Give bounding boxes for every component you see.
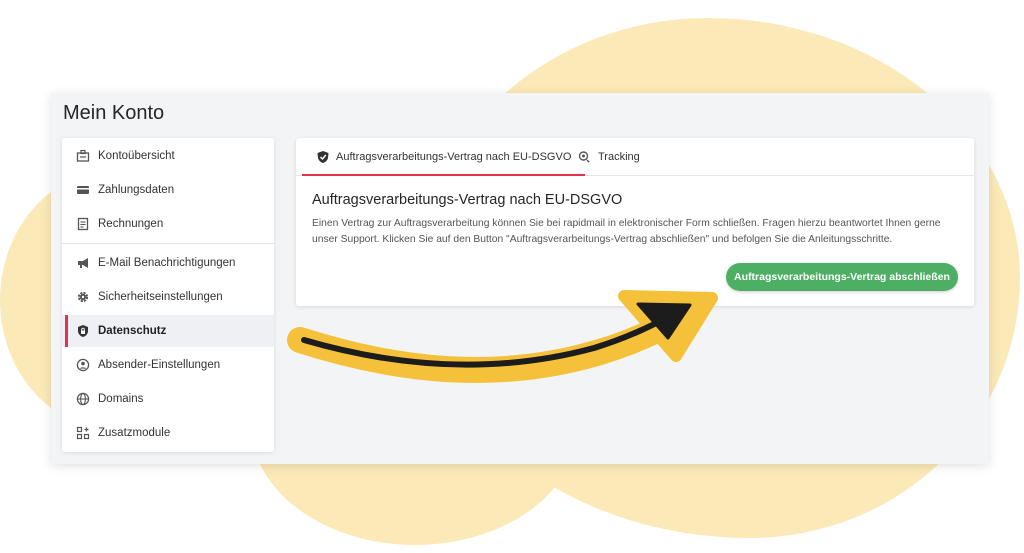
section-description: Einen Vertrag zur Auftragsverarbeitung k… <box>312 218 941 245</box>
section-heading: Auftragsverarbeitungs-Vertrag nach EU-DS… <box>312 192 623 208</box>
sidebar-item-zahlungsdaten[interactable]: Zahlungsdaten <box>62 174 274 206</box>
content-card: Auftragsverarbeitungs-Vertrag nach EU-DS… <box>296 138 974 306</box>
sidebar-item-label: Rechnungen <box>98 218 164 230</box>
shield-lock-icon <box>76 324 90 338</box>
sidebar-item-domains[interactable]: Domains <box>62 383 274 415</box>
account-overview-icon <box>76 149 90 163</box>
sidebar-item-sicherheitseinstellungen[interactable]: Sicherheitseinstellungen <box>62 281 274 313</box>
conclude-contract-button[interactable]: Auftragsverarbeitungs-Vertrag abschließe… <box>726 263 958 291</box>
sidebar-item-absender-einstellungen[interactable]: Absender-Einstellungen <box>62 349 274 381</box>
sidebar-item-label: Kontoübersicht <box>98 150 175 162</box>
tab-label: Tracking <box>598 150 640 163</box>
sidebar-item-email-benachrichtigungen[interactable]: E-Mail Benachrichtigungen <box>62 247 274 279</box>
sidebar: Kontoübersicht Zahlungsdaten Rechnungen … <box>62 138 274 452</box>
sidebar-item-zusatzmodule[interactable]: Zusatzmodule <box>62 417 274 449</box>
invoice-icon <box>76 217 90 231</box>
tab-label: Auftragsverarbeitungs-Vertrag nach EU-DS… <box>336 150 572 163</box>
megaphone-icon <box>76 256 90 270</box>
user-circle-icon <box>76 358 90 372</box>
page-title: Mein Konto <box>63 102 165 124</box>
sidebar-item-label: Zusatzmodule <box>98 427 171 439</box>
credit-card-icon <box>76 183 90 197</box>
modules-icon <box>76 426 90 440</box>
sidebar-item-label: Sicherheitseinstellungen <box>98 291 223 303</box>
sidebar-item-label: Absender-Einstellungen <box>98 359 221 371</box>
tracking-icon <box>578 150 592 164</box>
sidebar-item-label: Zahlungsdaten <box>98 184 175 196</box>
sidebar-item-label: Domains <box>98 393 144 405</box>
sidebar-item-rechnungen[interactable]: Rechnungen <box>62 208 274 240</box>
sidebar-item-label: Datenschutz <box>98 325 167 337</box>
sidebar-item-datenschutz[interactable]: Datenschutz <box>62 315 274 347</box>
tab-tracking[interactable]: Tracking <box>578 138 640 175</box>
sidebar-item-kontouebersicht[interactable]: Kontoübersicht <box>62 140 274 172</box>
shield-icon <box>316 150 330 164</box>
sidebar-divider <box>62 243 274 244</box>
sidebar-item-label: E-Mail Benachrichtigungen <box>98 257 236 269</box>
tab-bar: Auftragsverarbeitungs-Vertrag nach EU-DS… <box>296 138 974 176</box>
globe-icon <box>76 392 90 406</box>
tab-auftragsverarbeitungs-vertrag[interactable]: Auftragsverarbeitungs-Vertrag nach EU-DS… <box>301 138 586 176</box>
gear-icon <box>76 290 90 304</box>
account-window: Mein Konto Kontoübersicht Zahlungsdaten … <box>51 93 989 464</box>
